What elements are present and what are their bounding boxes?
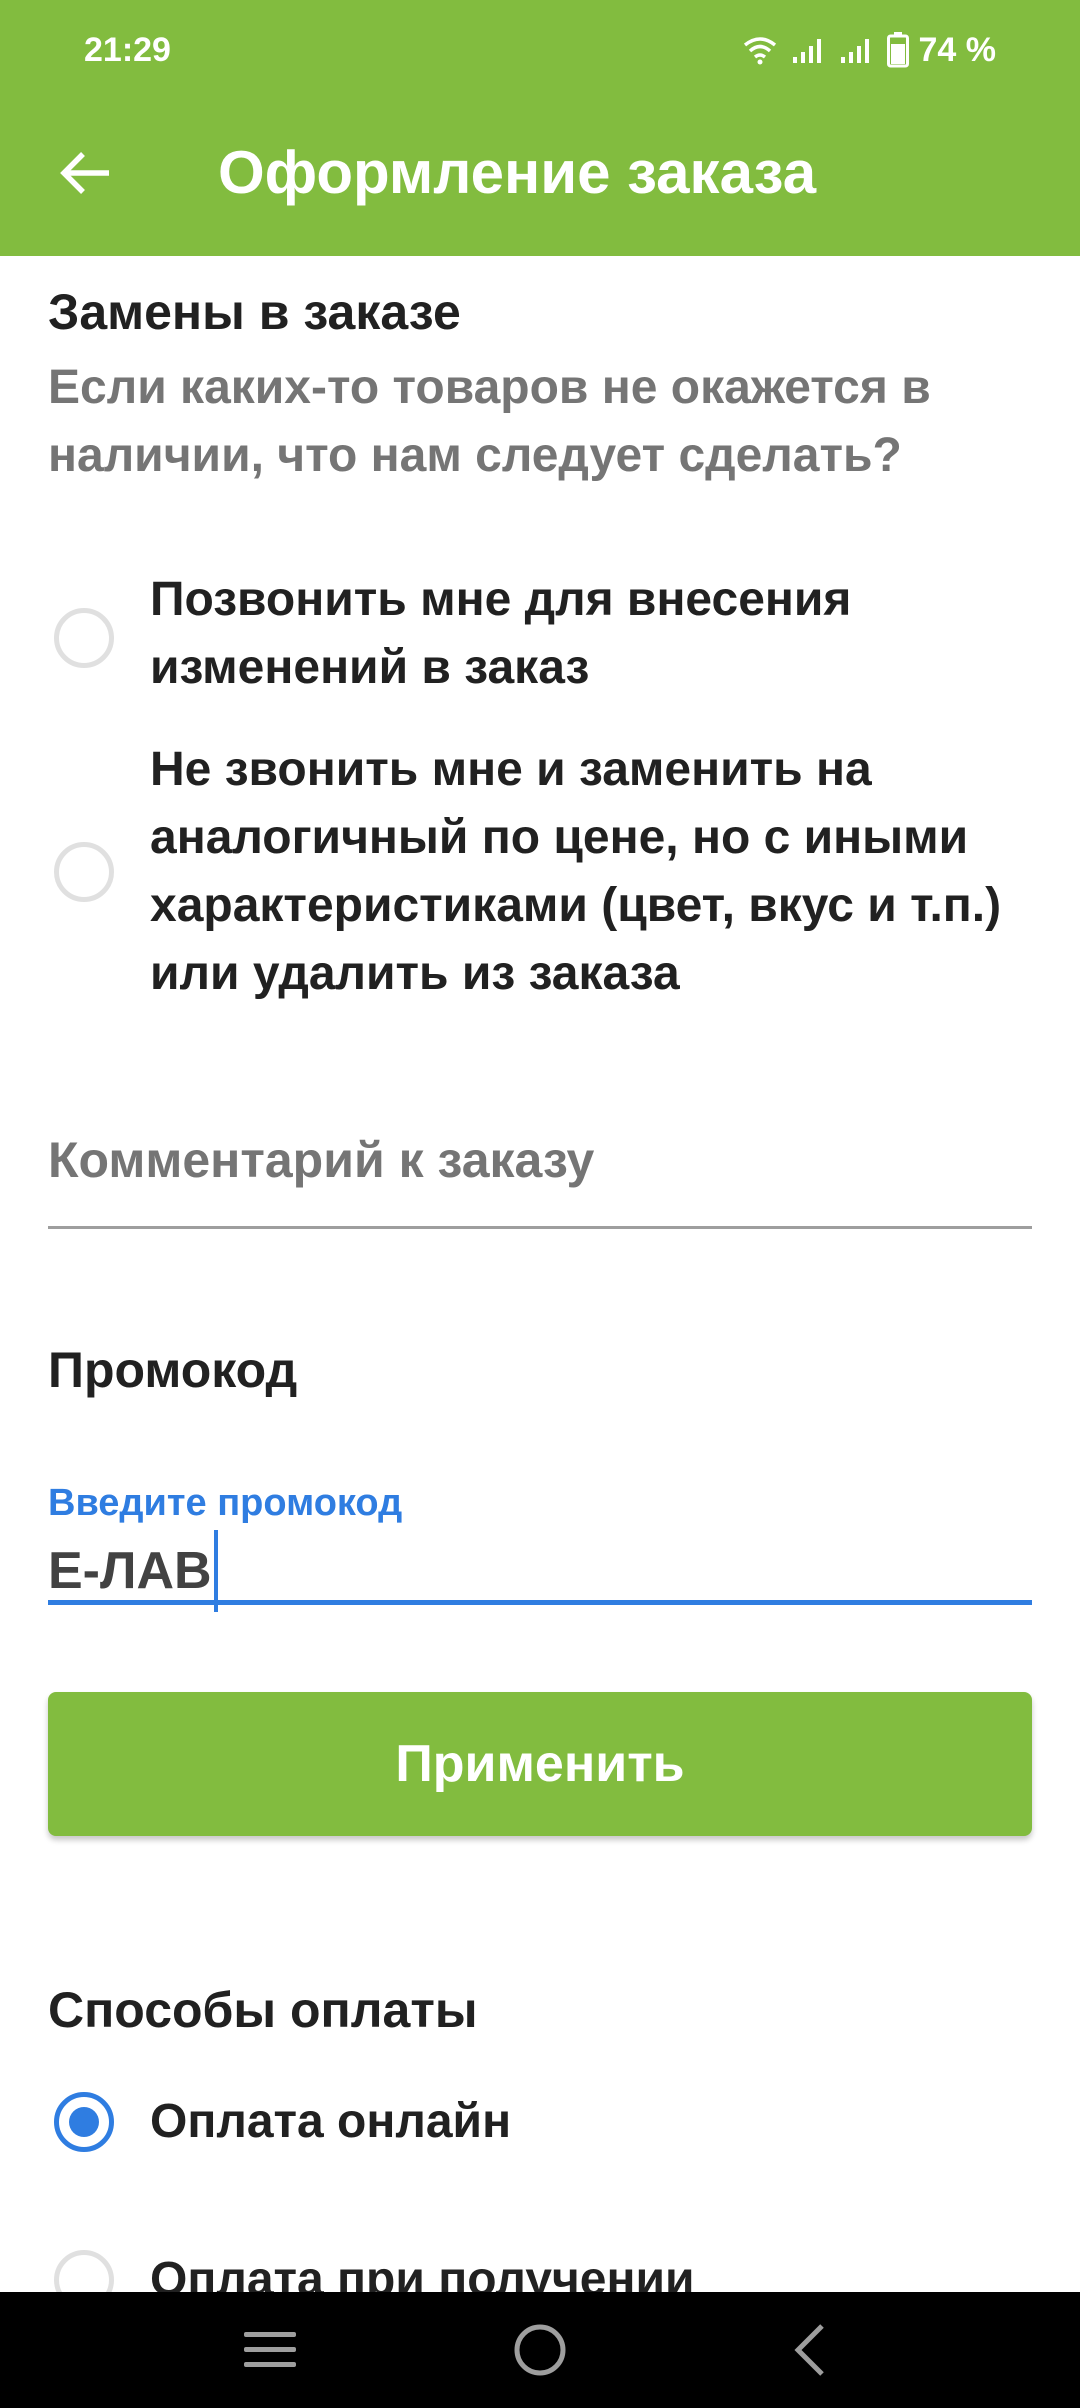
payment-title: Способы оплаты (48, 1982, 478, 2038)
wifi-icon (743, 37, 776, 65)
radio-button[interactable] (54, 2250, 114, 2292)
arrow-left-icon (60, 152, 109, 194)
promo-value-row: Е-ЛАВ (48, 1530, 218, 1612)
status-icons: 74 % (729, 26, 997, 74)
replacement-option-call[interactable]: Позвонить мне для внесения изменений в з… (0, 566, 1080, 710)
radio-label: Оплата при получении (150, 2253, 695, 2292)
replacements-title: Замены в заказе (48, 284, 461, 340)
checkout-content[interactable]: Замены в заказе Если каких-то товаров не… (0, 256, 1080, 2292)
promo-value: Е-ЛАВ (48, 1542, 212, 1600)
radio-button[interactable] (54, 608, 114, 668)
page-title: Оформление заказа (218, 139, 817, 206)
text-cursor (213, 1530, 218, 1612)
promo-title: Промокод (48, 1342, 298, 1398)
battery-percent: 74 % (918, 30, 997, 69)
battery-icon (886, 32, 909, 68)
radio-label: Оплата онлайн (150, 2095, 512, 2148)
app-bar: 21:29 74 % Оформление заказа (0, 0, 1080, 256)
back-icon (794, 2324, 824, 2376)
signal-icon (840, 39, 869, 63)
apply-promo-button[interactable]: Применить (48, 1692, 1032, 1836)
radio-button[interactable] (54, 842, 114, 902)
radio-label: Позвонить мне для внесения изменений в з… (150, 573, 852, 694)
payment-option-online[interactable]: Оплата онлайн (0, 2092, 1080, 2182)
menu-icon (244, 2332, 296, 2367)
comment-placeholder: Комментарий к заказу (48, 1132, 595, 1188)
home-icon (514, 2324, 566, 2376)
home-button[interactable] (490, 2312, 590, 2388)
replacements-question: Если каких-то товаров не окажется в нали… (48, 361, 931, 482)
system-nav-bar (0, 2292, 1080, 2408)
comment-field[interactable]: Комментарий к заказу (48, 1116, 1032, 1229)
status-time: 21:29 (84, 31, 171, 69)
back-button[interactable] (40, 128, 130, 218)
radio-label: Не звонить мне и заменить на аналогичный… (150, 743, 1002, 1000)
radio-button-checked[interactable] (54, 2092, 114, 2152)
payment-option-on-delivery[interactable]: Оплата при получении (0, 2250, 1080, 2292)
promo-field-label: Введите промокод (48, 1482, 403, 1524)
recents-button[interactable] (220, 2312, 320, 2388)
system-back-button[interactable] (760, 2312, 860, 2388)
signal-icon (792, 39, 821, 63)
replacement-option-replace[interactable]: Не звонить мне и заменить на аналогичный… (0, 736, 1080, 1016)
promo-input[interactable]: Введите промокод Е-ЛАВ (48, 1480, 1032, 1612)
